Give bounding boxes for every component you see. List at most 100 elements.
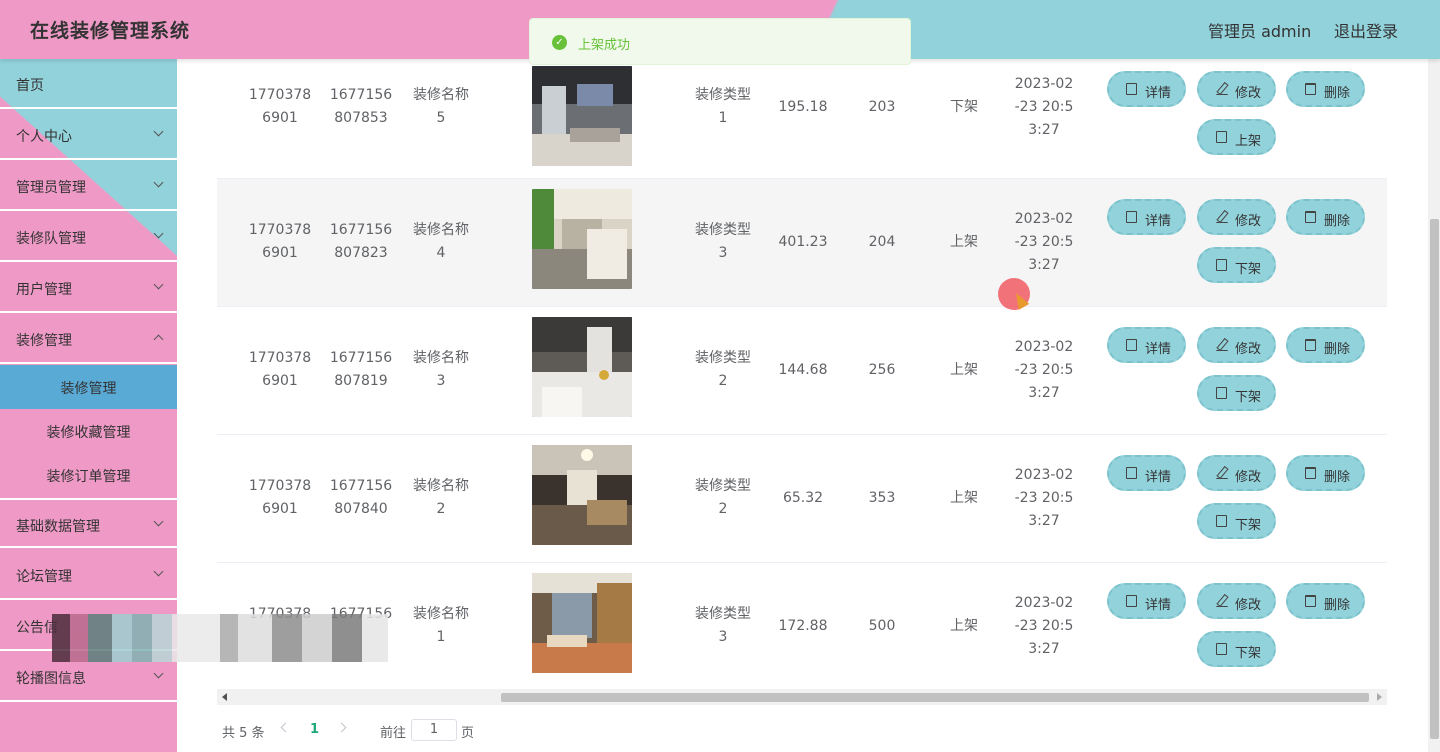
toggle-shelf-button[interactable]: 下架	[1197, 247, 1276, 283]
admin-user-label: 管理员 admin	[1208, 22, 1312, 41]
toggle-shelf-button[interactable]: 上架	[1197, 119, 1276, 155]
button-label: 修改	[1235, 86, 1262, 101]
chevron-down-icon	[153, 126, 164, 137]
delete-button[interactable]: 删除	[1286, 327, 1365, 363]
type-line: 装修类型	[695, 87, 751, 103]
clicks-cell: 353	[868, 490, 896, 506]
trash-icon	[1305, 211, 1316, 223]
edit-button[interactable]: 修改	[1197, 583, 1276, 619]
sidebar-subitem-favorites[interactable]: 装修收藏管理	[0, 409, 177, 453]
edit-button[interactable]: 修改	[1197, 327, 1276, 363]
chevron-down-icon	[153, 566, 164, 577]
sidebar-item-users[interactable]: 用户管理	[0, 263, 177, 313]
sidebar-item-profile[interactable]: 个人中心	[0, 110, 177, 160]
name-cell: 装修名称 1	[407, 603, 475, 649]
sidebar-item-basedata[interactable]: 基础数据管理	[0, 498, 177, 548]
type-cell: 装修类型 2	[687, 475, 759, 521]
horizontal-scrollbar[interactable]	[217, 689, 1387, 705]
name-line: 5	[436, 110, 446, 126]
success-toast: ✓ 上架成功	[529, 18, 911, 65]
pencil-icon	[1216, 339, 1228, 351]
time-cell: 2023-02 -23 20:5 3:27	[1012, 336, 1076, 405]
sidebar-item-label: 装修管理	[60, 381, 117, 397]
clicks-cell: 256	[868, 362, 896, 378]
room-thumbnail[interactable]	[532, 189, 632, 289]
table-row: 1770378 6901 1677156 807840 装修名称 2 装修类型 2 65…	[217, 435, 1387, 563]
scroll-right-icon[interactable]	[1377, 693, 1382, 701]
sidebar-item-decoration[interactable]: 装修管理	[0, 314, 177, 364]
document-icon	[1216, 515, 1227, 527]
button-label: 下架	[1235, 390, 1262, 405]
team-cell: 1770378 6901	[245, 219, 315, 265]
sidebar-subitem-decoration[interactable]: 装修管理	[0, 365, 177, 409]
detail-button[interactable]: 详情	[1107, 199, 1186, 235]
delete-button[interactable]: 删除	[1286, 71, 1365, 107]
chevron-right-icon[interactable]	[336, 722, 347, 733]
table-row: 1770378 6901 1677156 807823 装修名称 4 装修类型 3 40…	[217, 179, 1387, 307]
time-line: -23 20:5	[1014, 490, 1074, 506]
sidebar-item-forum[interactable]: 论坛管理	[0, 550, 177, 600]
button-label: 修改	[1235, 470, 1262, 485]
name-cell: 装修名称 5	[407, 84, 475, 130]
detail-button[interactable]: 详情	[1107, 327, 1186, 363]
vertical-scrollbar[interactable]	[1428, 59, 1440, 752]
toggle-shelf-button[interactable]: 下架	[1197, 503, 1276, 539]
room-thumbnail[interactable]	[532, 445, 632, 545]
code-cell: 1677156 807823	[325, 219, 397, 265]
button-label: 删除	[1324, 598, 1351, 613]
sidebar-item-label: 装修收藏管理	[46, 425, 131, 441]
name-line: 3	[436, 373, 446, 389]
code-line: 1677156	[329, 478, 393, 494]
room-thumbnail[interactable]	[532, 573, 632, 673]
sidebar-subitem-orders[interactable]: 装修订单管理	[0, 453, 177, 497]
toggle-shelf-button[interactable]: 下架	[1197, 631, 1276, 667]
code-cell: 1677156 807853	[325, 84, 397, 130]
name-line: 装修名称	[413, 222, 469, 238]
time-cell: 2023-02 -23 20:5 3:27	[1012, 208, 1076, 277]
time-line: -23 20:5	[1014, 99, 1074, 115]
scrollbar-thumb[interactable]	[501, 693, 1369, 702]
sidebar-item-admins[interactable]: 管理员管理	[0, 161, 177, 211]
status-cell: 上架	[950, 490, 978, 506]
page-jump-input[interactable]: 1	[411, 719, 457, 741]
sidebar-item-teams[interactable]: 装修队管理	[0, 212, 177, 262]
edit-button[interactable]: 修改	[1197, 455, 1276, 491]
delete-button[interactable]: 删除	[1286, 199, 1365, 235]
delete-button[interactable]: 删除	[1286, 455, 1365, 491]
button-label: 删除	[1324, 342, 1351, 357]
type-cell: 装修类型 3	[687, 219, 759, 265]
document-icon	[1216, 259, 1227, 271]
sidebar-item-label: 管理员管理	[16, 180, 86, 196]
scrollbar-thumb[interactable]	[1430, 219, 1439, 739]
chevron-down-icon	[153, 228, 164, 239]
type-line: 2	[718, 373, 728, 389]
detail-button[interactable]: 详情	[1107, 583, 1186, 619]
edit-button[interactable]: 修改	[1197, 71, 1276, 107]
name-line: 装修名称	[413, 606, 469, 622]
detail-button[interactable]: 详情	[1107, 455, 1186, 491]
logout-button[interactable]: 退出登录	[1334, 18, 1398, 42]
time-line: 3:27	[1028, 122, 1060, 138]
sidebar-item-label: 用户管理	[16, 282, 72, 298]
sidebar-item-home[interactable]: 首页	[0, 59, 177, 109]
status-cell: 下架	[950, 99, 978, 115]
button-label: 下架	[1235, 646, 1262, 661]
detail-button[interactable]: 详情	[1107, 71, 1186, 107]
sidebar-item-label: 论坛管理	[16, 569, 72, 585]
delete-button[interactable]: 删除	[1286, 583, 1365, 619]
chevron-left-icon[interactable]	[280, 722, 291, 733]
edit-button[interactable]: 修改	[1197, 199, 1276, 235]
chevron-down-icon	[153, 668, 164, 679]
button-label: 修改	[1235, 342, 1262, 357]
sidebar-item-label: 装修队管理	[16, 231, 86, 247]
price-cell: 65.32	[782, 490, 824, 506]
room-thumbnail[interactable]	[532, 317, 632, 417]
status-cell: 上架	[950, 234, 978, 250]
scroll-left-icon[interactable]	[222, 693, 227, 701]
chevron-down-icon	[153, 516, 164, 527]
button-label: 下架	[1235, 518, 1262, 533]
toggle-shelf-button[interactable]: 下架	[1197, 375, 1276, 411]
type-line: 3	[718, 245, 728, 261]
room-thumbnail[interactable]	[532, 66, 632, 166]
page-number-current[interactable]: 1	[310, 722, 319, 737]
